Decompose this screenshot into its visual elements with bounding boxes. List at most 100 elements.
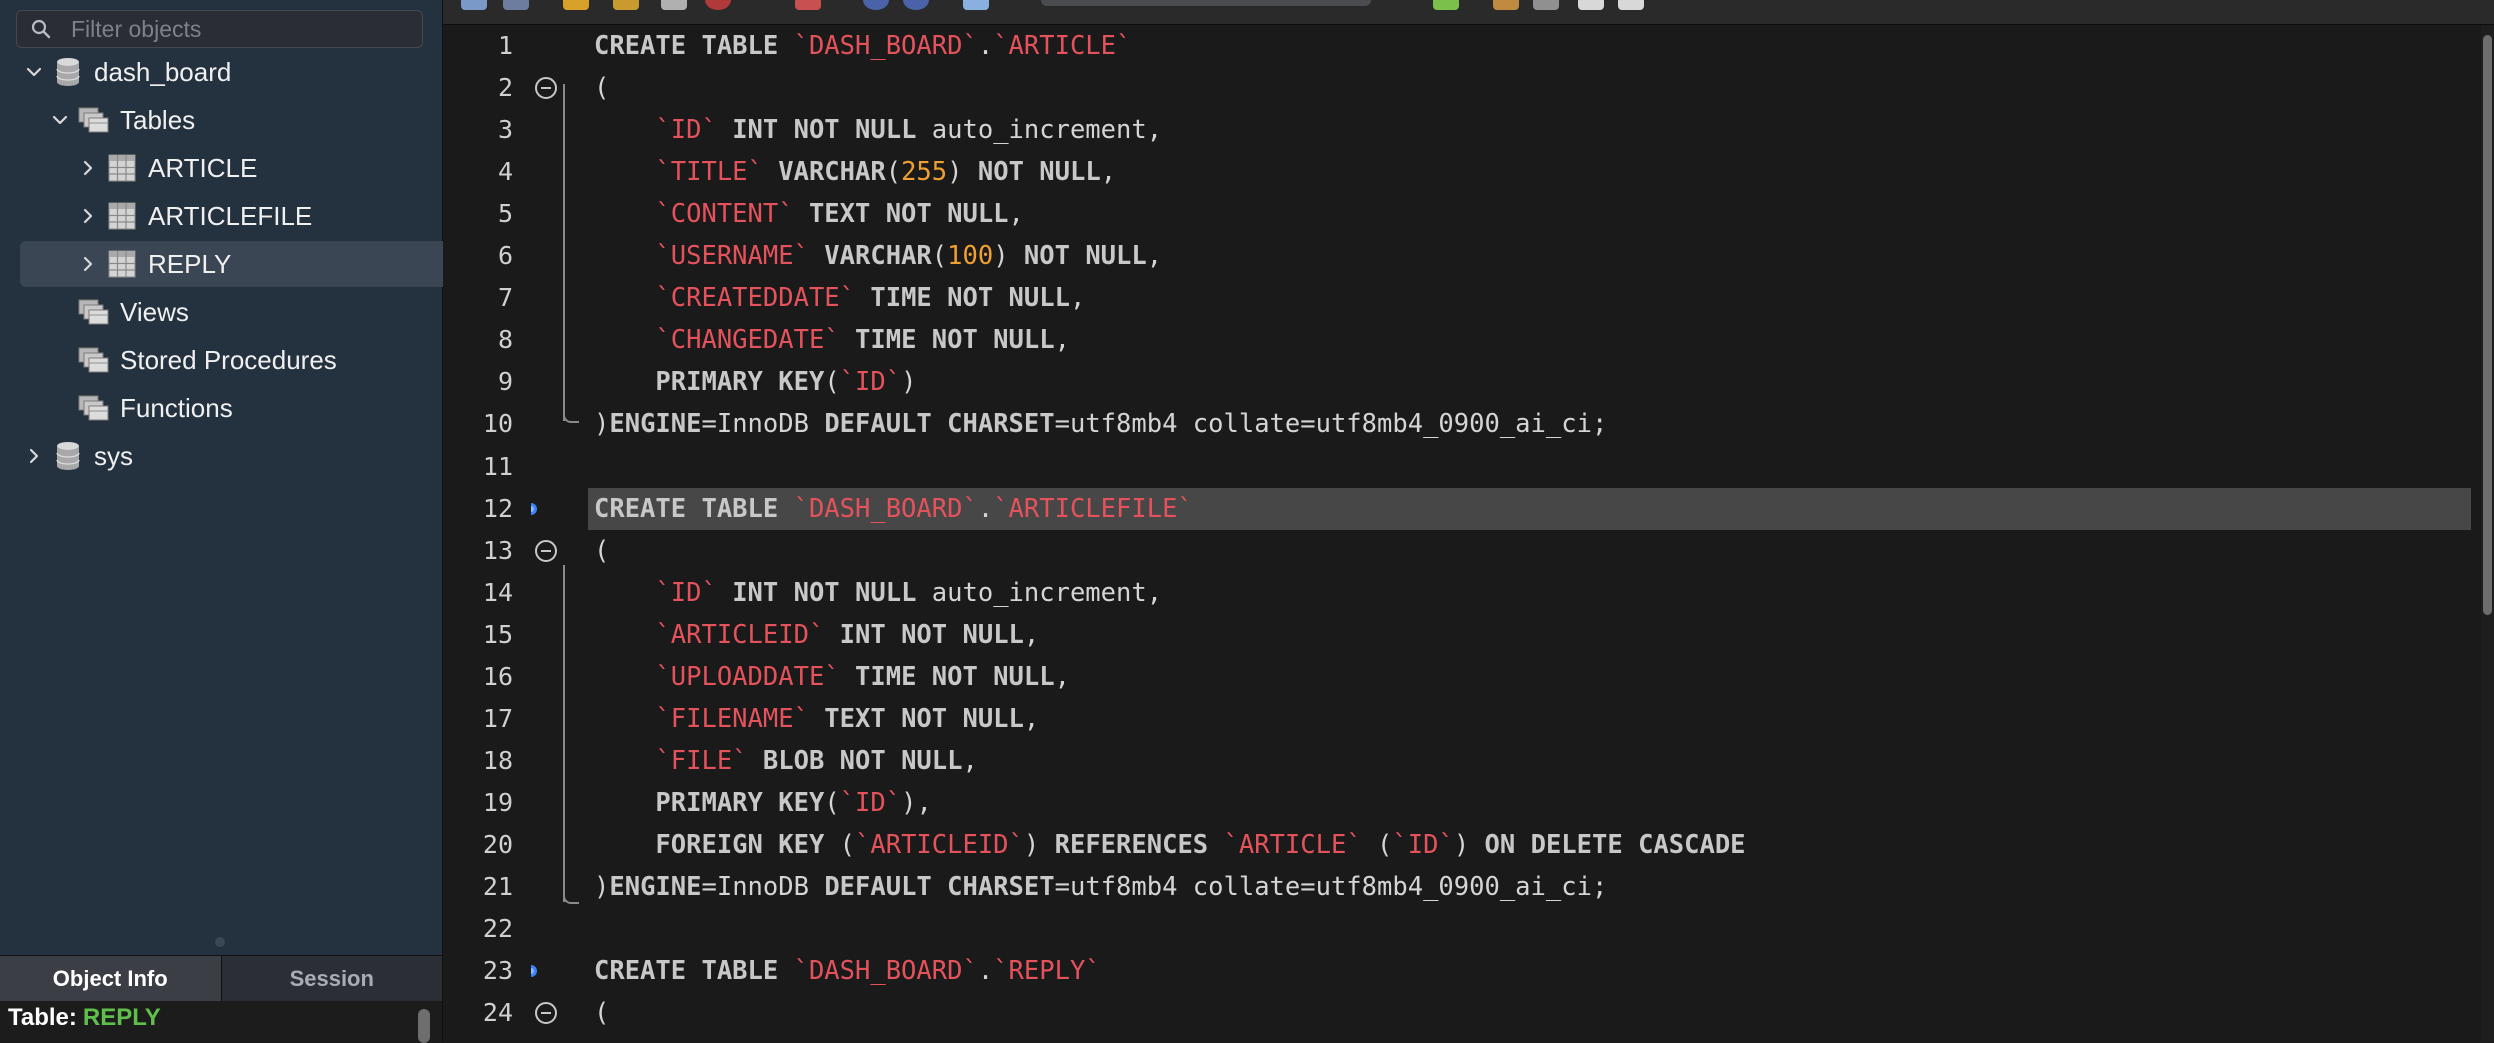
code-line[interactable]: 10)ENGINE=InnoDB DEFAULT CHARSET=utf8mb4… [443,403,2471,445]
sql-text: ( [594,73,610,104]
code-line[interactable]: 18 `FILE` BLOB NOT NULL, [443,740,2471,782]
sql-identifier: `TITLE` [655,157,763,188]
toggle-autocommit-icon[interactable] [795,0,821,10]
line-number: 15 [482,619,513,649]
beautify-icon[interactable] [1433,0,1459,10]
tab-object-info[interactable]: Object Info [0,956,221,1001]
code-line[interactable]: 4 `TITLE` VARCHAR(255) NOT NULL, [443,151,2471,193]
filter-objects-field[interactable] [16,10,423,48]
code-line[interactable]: 8 `CHANGEDATE` TIME NOT NULL, [443,319,2471,361]
tree-item-sys[interactable]: sys [22,433,133,479]
line-number: 10 [482,409,513,439]
tree-item-views[interactable]: Views [48,289,189,335]
schema-sidebar: dash_board Tables ARTICLE ARTICLEFILE REPLY V… [0,0,478,1043]
code-line[interactable]: 6 `USERNAME` VARCHAR(100) NOT NULL, [443,235,2471,277]
sql-keyword: TEXT NOT NULL [808,703,1024,734]
sql-keyword: ON DELETE CASCADE [1484,829,1746,860]
limit-rows-select[interactable] [1041,0,1371,6]
code-line[interactable]: 17 `FILENAME` TEXT NOT NULL, [443,698,2471,740]
gutter [531,403,561,445]
chevron-right-icon[interactable] [76,156,100,180]
gutter [531,109,561,151]
sql-text: ) [993,241,1024,272]
object-info-scrollbar[interactable] [418,1009,430,1043]
fold-icon[interactable] [531,992,561,1034]
line-number: 12 [482,493,513,523]
tab-session[interactable]: Session [220,956,442,1001]
panel-resize-handle[interactable] [215,937,225,947]
editor-scroll-thumb[interactable] [2483,35,2492,615]
tree-item-functions[interactable]: Functions [48,385,233,431]
tree-item-article[interactable]: ARTICLE [76,145,257,191]
find-icon[interactable] [1493,0,1519,10]
gutter [531,908,561,950]
stop-icon[interactable] [705,0,731,10]
chevron-down-icon[interactable] [22,60,46,84]
code-line[interactable]: 3 `ID` INT NOT NULL auto_increment, [443,109,2471,151]
code-line[interactable]: 1 CREATE TABLE `DASH_BOARD`.`ARTICLE` [443,25,2471,67]
tree-item-reply[interactable]: REPLY [20,241,478,287]
code-line[interactable]: 16 `UPLOADDATE` TIME NOT NULL, [443,656,2471,698]
code-line[interactable]: 22 [443,908,2471,950]
sql-text: =InnoDB [701,872,825,902]
execute-icon[interactable] [563,0,589,10]
code-line[interactable]: 13 ( [443,530,2471,572]
search-replace-icon[interactable] [1533,0,1559,10]
word-wrap-icon[interactable] [1618,0,1644,10]
code-line[interactable]: 9 PRIMARY KEY(`ID`) [443,361,2471,403]
open-file-icon[interactable] [461,0,487,10]
execute-current-icon[interactable] [613,0,639,10]
code-text: `CREATEDDATE` TIME NOT NULL, [588,277,2471,319]
code-line[interactable]: 15 `ARTICLEID` INT NOT NULL, [443,614,2471,656]
filter-objects-input[interactable] [71,11,411,47]
tree-item-articlefile[interactable]: ARTICLEFILE [76,193,312,239]
rollback-icon[interactable] [903,0,929,10]
folder-icon [78,296,110,328]
code-line[interactable]: 12 CREATE TABLE `DASH_BOARD`.`ARTICLEFILE… [443,487,2471,530]
code-line[interactable]: 14 `ID` INT NOT NULL auto_increment, [443,572,2471,614]
tree-item-label: Stored Procedures [120,344,337,375]
chevron-right-icon[interactable] [22,444,46,468]
code-line[interactable]: 23 CREATE TABLE `DASH_BOARD`.`REPLY` [443,950,2471,992]
code-line[interactable]: 7 `CREATEDDATE` TIME NOT NULL, [443,277,2471,319]
tree-item-dash-board[interactable]: dash_board [22,49,231,95]
code-line[interactable]: 19 PRIMARY KEY(`ID`), [443,782,2471,824]
fold-icon[interactable] [531,67,561,109]
sql-editor[interactable]: 1 CREATE TABLE `DASH_BOARD`.`ARTICLE` 2(3 … [443,25,2481,1042]
sql-text: =utf8mb4 collate=utf8mb4_0900_ai_ci; [1054,409,1608,440]
limit-rows-icon[interactable] [963,0,989,10]
code-line[interactable]: 20 FOREIGN KEY (`ARTICLEID`) REFERENCES … [443,824,2471,866]
gutter [531,25,561,67]
sql-keyword: NOT NULL [977,157,1101,188]
code-line[interactable]: 24 ( [443,992,2471,1034]
tree-item-tables[interactable]: Tables [48,97,195,143]
chevron-right-icon[interactable] [76,204,100,228]
save-file-icon[interactable] [503,0,529,10]
sql-text: , [1023,703,1040,734]
code-line[interactable]: 21)ENGINE=InnoDB DEFAULT CHARSET=utf8mb4… [443,866,2471,908]
line-number: 23 [482,956,513,986]
sql-keyword: TIME NOT NULL [855,283,1070,314]
code-line[interactable]: 5 `CONTENT` TEXT NOT NULL, [443,193,2471,235]
line-number: 1 [497,31,513,60]
chevron-right-icon[interactable] [76,252,100,276]
sidebar-bottom-tabs: Object Info Session [0,955,442,1002]
sql-text: . [977,956,994,987]
sql-text: ( [931,241,948,272]
chevron-down-icon[interactable] [48,108,72,132]
invisible-chars-icon[interactable] [1578,0,1604,10]
explain-icon[interactable] [661,0,687,10]
commit-icon[interactable] [863,0,889,10]
sql-keyword: INT NOT NULL [824,619,1024,650]
code-line[interactable]: 2( [443,67,2471,109]
object-info-label: Table: REPLY [8,1004,161,1032]
fold-icon[interactable] [531,530,561,572]
gutter [531,361,561,403]
sql-identifier: `ARTICLEID` [855,829,1024,860]
code-line[interactable]: 11 [443,446,2471,488]
sql-identifier: `ID` [655,577,717,608]
editor-vertical-scrollbar[interactable] [2481,25,2494,1042]
tree-item-stored-procedures[interactable]: Stored Procedures [48,337,337,383]
